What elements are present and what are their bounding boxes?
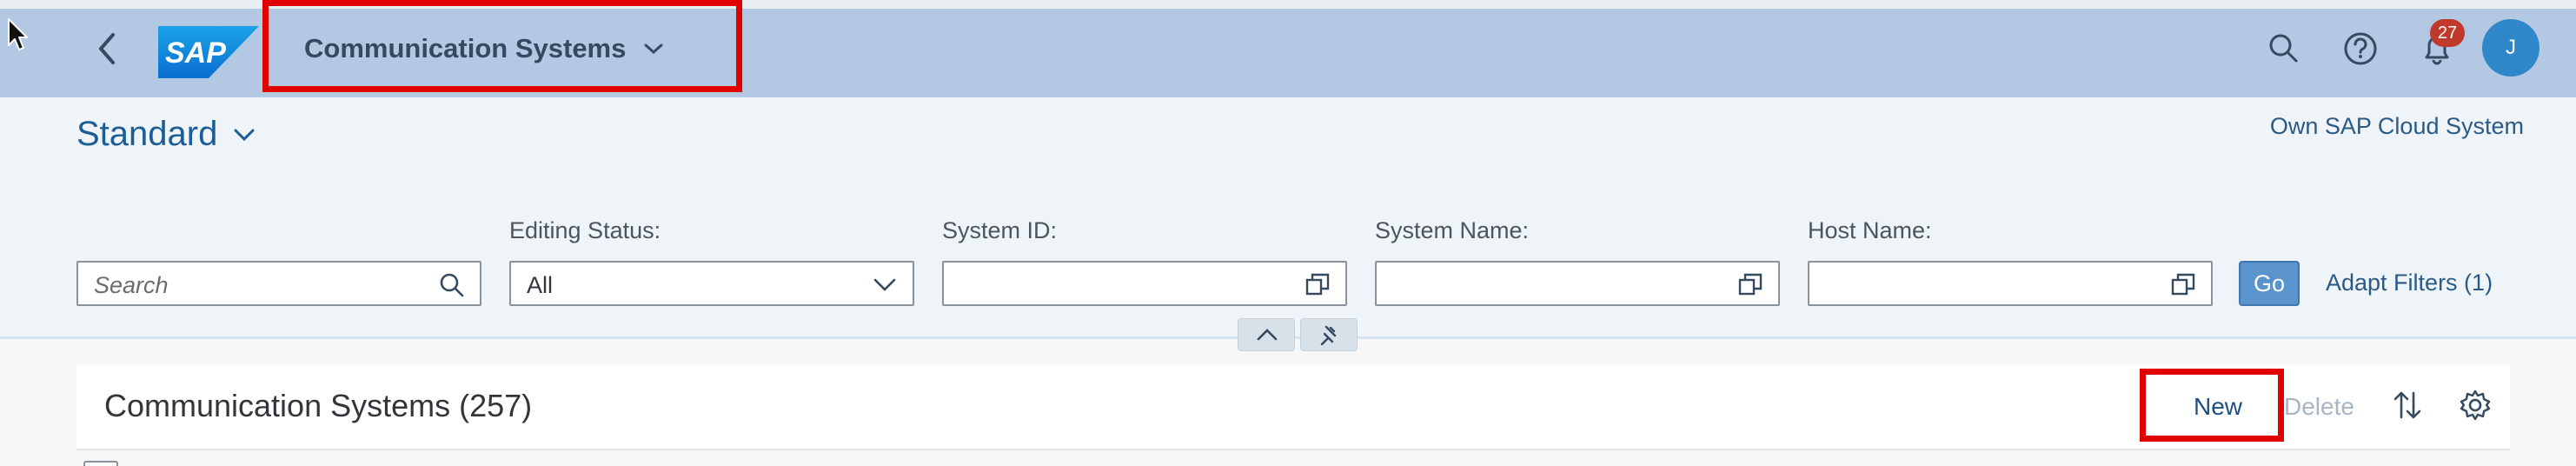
host-name-label: Host Name: [1808, 217, 1932, 243]
value-help-icon[interactable] [2169, 271, 2197, 297]
pin-icon [1320, 325, 1337, 345]
own-system-link[interactable]: Own SAP Cloud System [2270, 113, 2524, 140]
variant-selector[interactable]: Standard [76, 115, 217, 154]
adapt-filters-button[interactable]: Adapt Filters (1) [2326, 270, 2493, 296]
editing-status-select[interactable]: All [509, 261, 914, 306]
system-name-field[interactable] [1375, 261, 1780, 306]
search-icon[interactable] [2265, 30, 2303, 68]
collapse-header-button[interactable] [1238, 318, 1295, 351]
sap-logo[interactable]: SAP [158, 26, 259, 78]
value-help-icon[interactable] [1736, 271, 1764, 297]
system-name-label: System Name: [1375, 217, 1530, 243]
chevron-down-icon[interactable] [871, 271, 899, 297]
system-id-field[interactable] [942, 261, 1347, 306]
table-toolbar: Communication Systems (257) New Delete [76, 365, 2510, 450]
notifications-badge[interactable]: 27 [2430, 19, 2465, 47]
filter-header: Standard Own SAP Cloud System Search Edi… [0, 97, 2576, 351]
sort-icon[interactable] [2390, 388, 2425, 423]
settings-icon[interactable] [2458, 388, 2493, 423]
editing-status-label: Editing Status: [509, 217, 661, 243]
app-title[interactable]: Communication Systems [304, 33, 626, 64]
pin-header-button[interactable] [1300, 318, 1358, 351]
shell-bar: SAP Communication Systems 27 J [0, 0, 2576, 97]
chevron-down-icon[interactable] [231, 123, 257, 146]
table-title: Communication Systems (257) [104, 388, 533, 423]
mouse-cursor [8, 18, 28, 50]
help-icon[interactable] [2341, 30, 2380, 68]
logo-text: SAP [165, 37, 226, 70]
system-id-label: System ID: [942, 217, 1058, 243]
collapse-icon [1257, 329, 1278, 341]
avatar[interactable]: J [2482, 19, 2539, 77]
search-input[interactable]: Search [76, 261, 481, 306]
value-help-icon[interactable] [1304, 271, 1331, 297]
search-placeholder: Search [94, 272, 169, 298]
chevron-down-icon[interactable] [641, 38, 666, 59]
new-button[interactable]: New [2194, 393, 2242, 421]
host-name-field[interactable] [1808, 261, 2213, 306]
select-all-checkbox[interactable] [83, 461, 118, 466]
delete-button[interactable]: Delete [2284, 393, 2354, 421]
editing-status-value: All [527, 272, 554, 298]
search-icon[interactable] [438, 271, 466, 297]
back-icon[interactable] [90, 30, 125, 68]
go-button[interactable]: Go [2239, 261, 2300, 306]
